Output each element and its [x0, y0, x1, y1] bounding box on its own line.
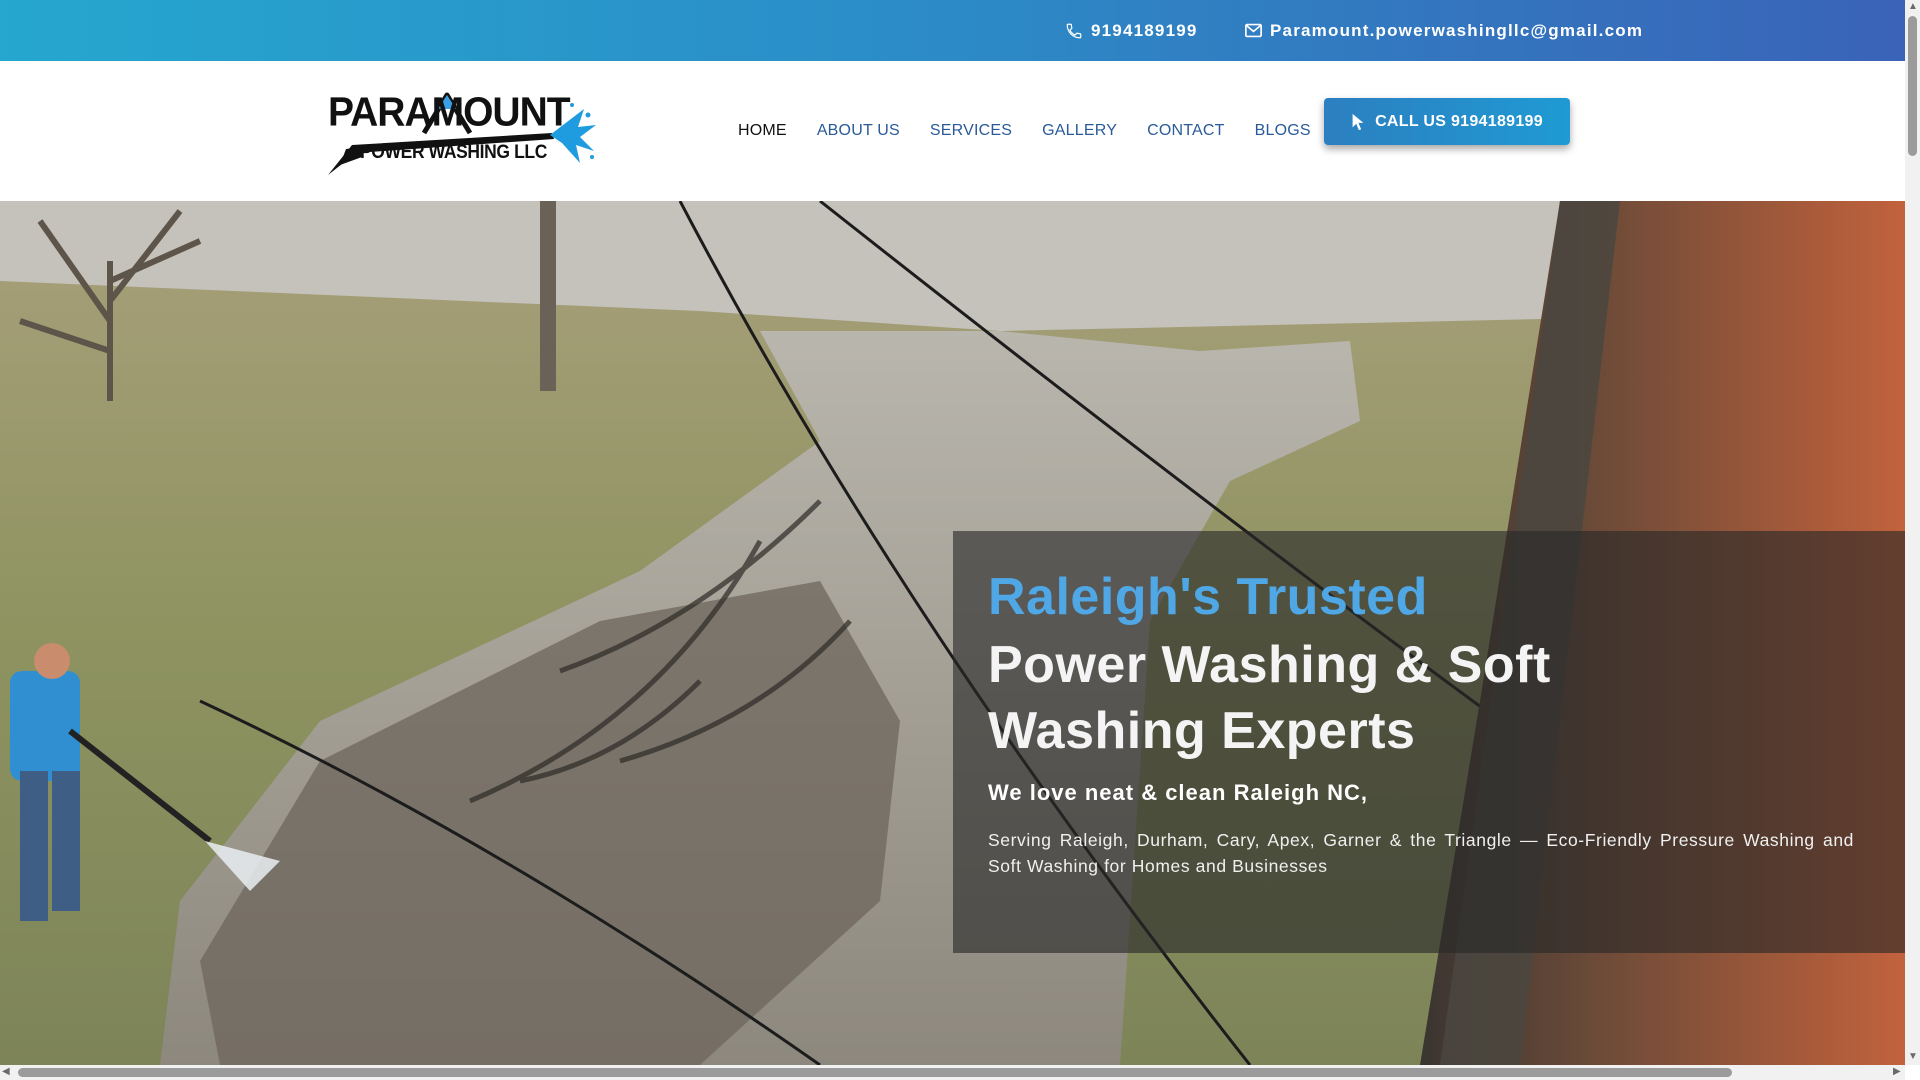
nav-contact[interactable]: CONTACT	[1147, 122, 1225, 140]
hero-section: Raleigh's Trusted Power Washing & Soft W…	[0, 201, 1905, 1065]
horizontal-scrollbar[interactable]: ◀ ▶	[0, 1065, 1905, 1080]
nav-home[interactable]: HOME	[738, 122, 787, 140]
nav-blogs[interactable]: BLOGS	[1255, 122, 1311, 140]
nav-gallery[interactable]: GALLERY	[1042, 122, 1117, 140]
vertical-scroll-thumb[interactable]	[1908, 16, 1917, 156]
top-phone-text: 9194189199	[1091, 20, 1198, 40]
top-email-link[interactable]: Paramount.powerwashingllc@gmail.com	[1245, 0, 1643, 61]
scroll-down-icon[interactable]: ▼	[1908, 1052, 1918, 1062]
horizontal-scroll-thumb[interactable]	[18, 1068, 1732, 1077]
nav-about-us[interactable]: ABOUT US	[817, 122, 900, 140]
scroll-up-icon[interactable]: ▲	[1908, 2, 1918, 12]
hero-headline-accent: Raleigh's Trusted	[988, 568, 1428, 626]
main-navigation: HOME ABOUT US SERVICES GALLERY CONTACT B…	[738, 61, 1341, 201]
hero-text-panel: Raleigh's Trusted Power Washing & Soft W…	[953, 531, 1905, 953]
call-us-label: CALL US 9194189199	[1375, 112, 1543, 130]
scroll-left-icon[interactable]: ◀	[2, 1067, 10, 1077]
cursor-icon	[1352, 113, 1364, 130]
vertical-scrollbar[interactable]: ▲ ▼	[1905, 0, 1920, 1065]
hero-description: Serving Raleigh, Durham, Cary, Apex, Gar…	[988, 830, 1854, 876]
mail-icon	[1245, 23, 1262, 38]
company-logo[interactable]: PARAMOUNT POWER WASHING LLC	[322, 87, 597, 177]
phone-icon	[1066, 23, 1082, 38]
hero-tagline: We love neat & clean Raleigh NC,	[988, 780, 1369, 805]
logo-subtitle: POWER WASHING LLC	[360, 142, 547, 163]
hero-headline: Power Washing & Soft Washing Experts	[988, 636, 1551, 760]
scroll-right-icon[interactable]: ▶	[1893, 1067, 1901, 1077]
call-us-button[interactable]: CALL US 9194189199	[1324, 98, 1570, 145]
top-email-text: Paramount.powerwashingllc@gmail.com	[1270, 20, 1644, 40]
top-contact-bar: 9194189199 Paramount.powerwashingllc@gma…	[0, 0, 1905, 61]
top-phone-link[interactable]: 9194189199	[1065, 0, 1198, 61]
site-header: PARAMOUNT POWER WASHING LLC HOME ABOUT U…	[0, 61, 1905, 201]
logo-wordmark: PARAMOUNT	[328, 89, 571, 136]
nav-services[interactable]: SERVICES	[930, 122, 1012, 140]
